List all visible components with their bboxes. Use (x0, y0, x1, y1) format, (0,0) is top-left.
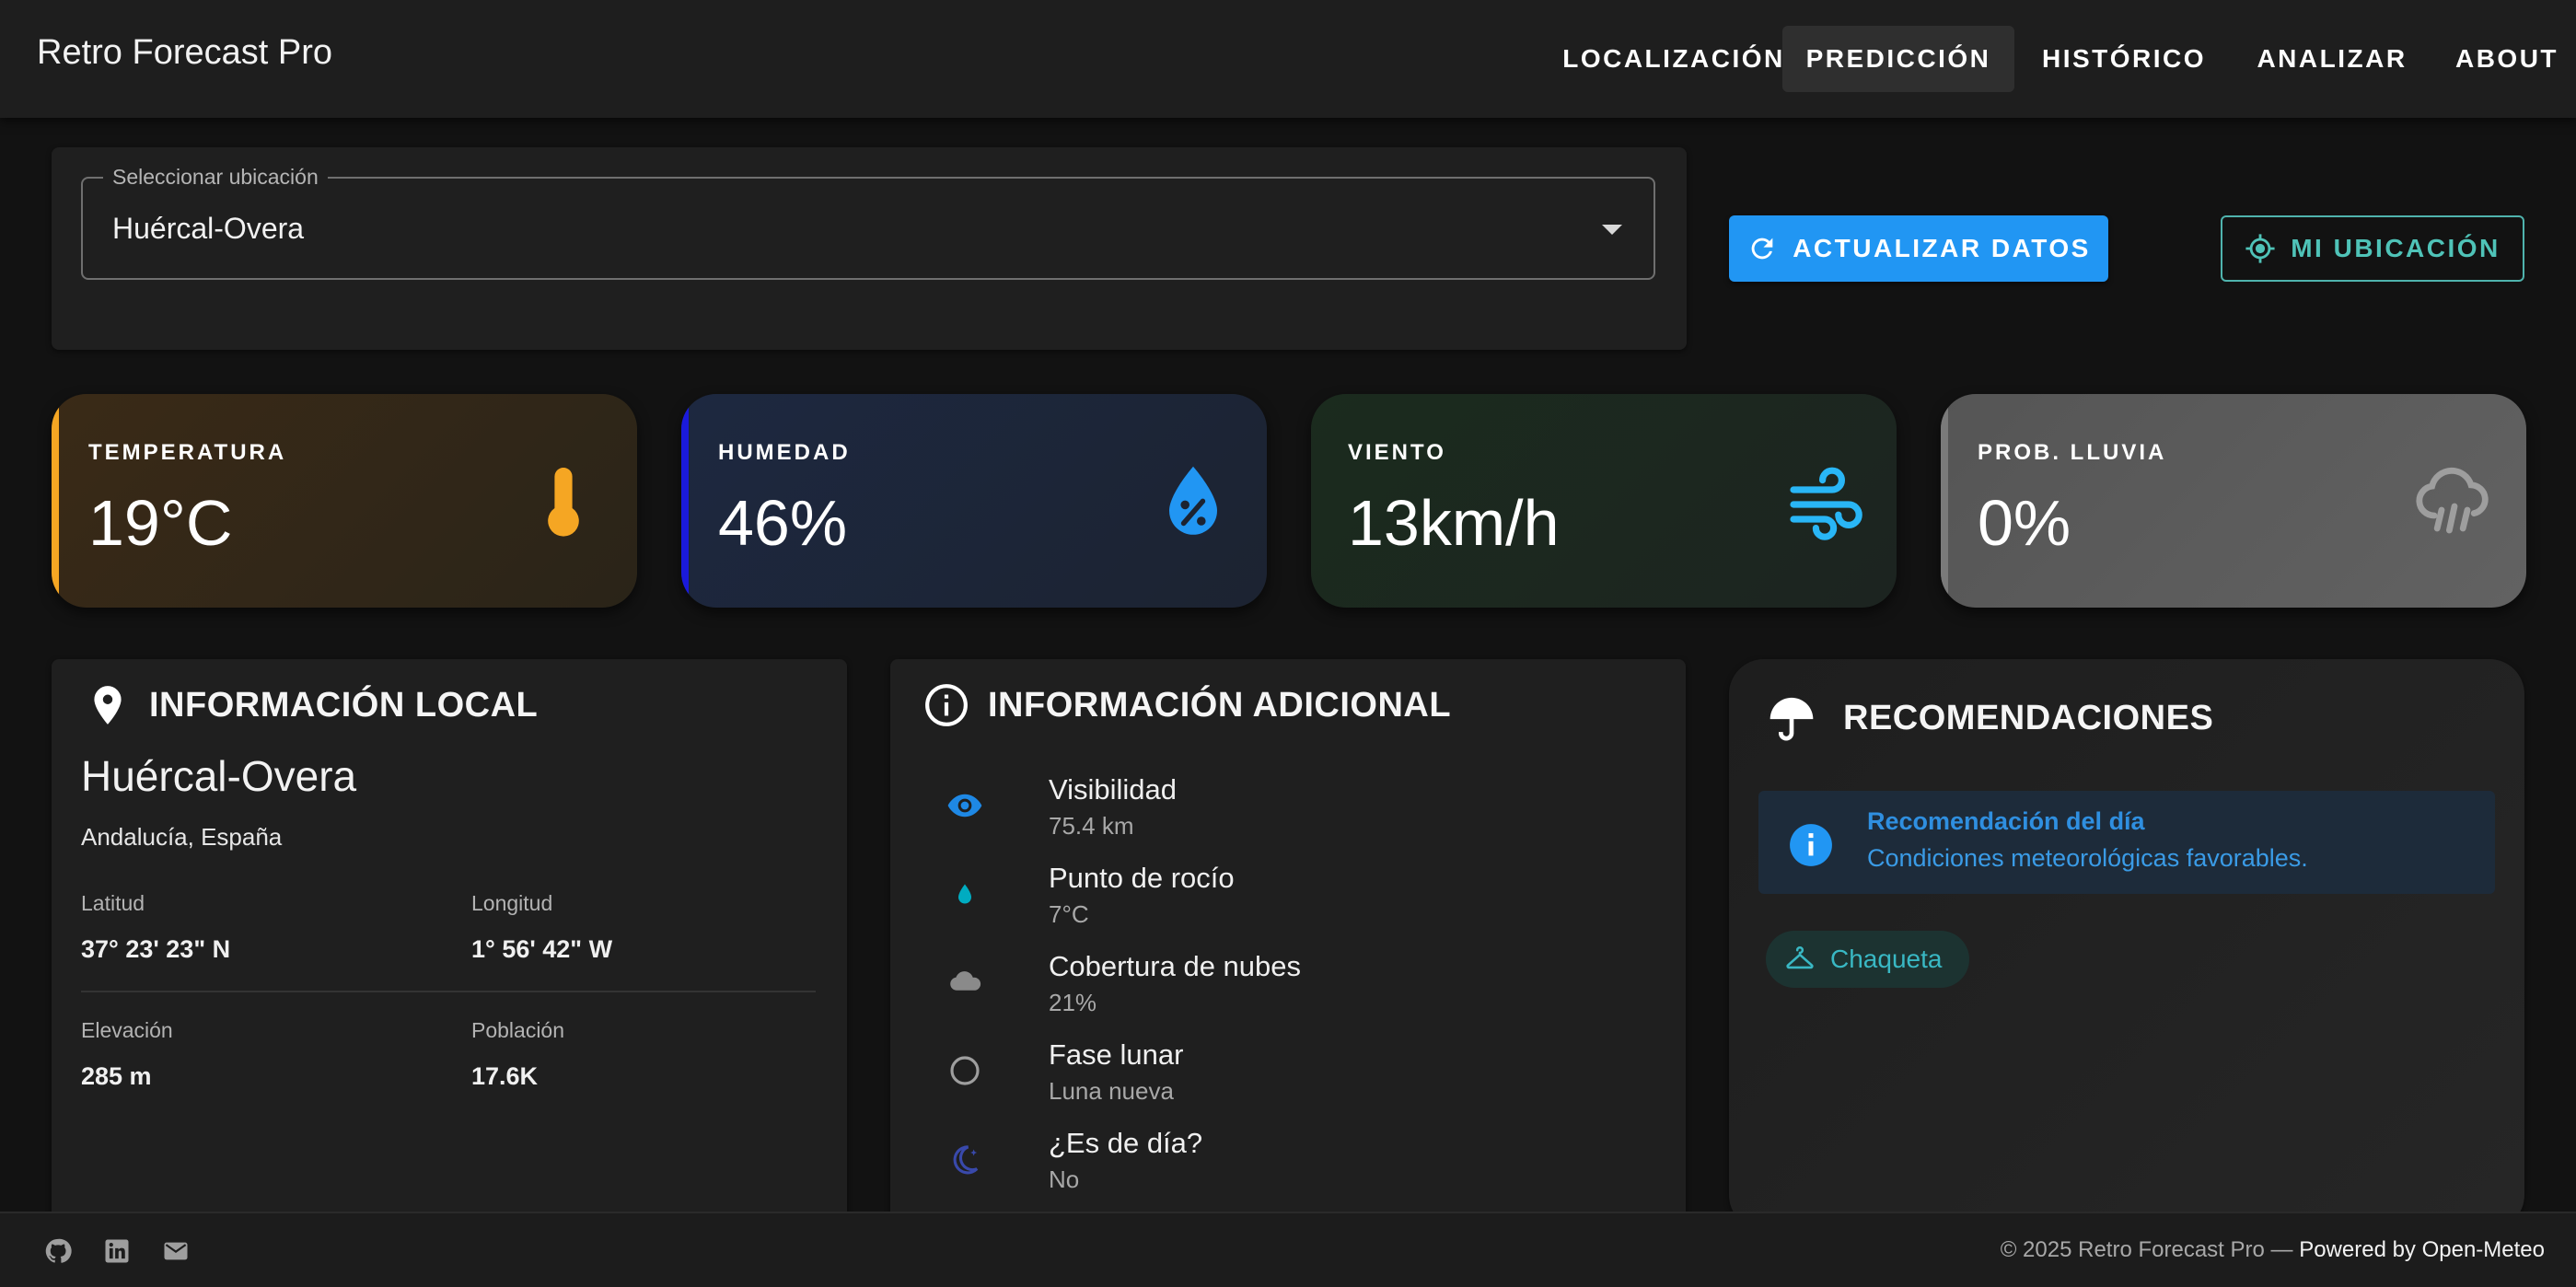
latitude-label: Latitud (81, 891, 145, 915)
info-icon (1790, 824, 1832, 866)
footer-copyright: © 2025 Retro Forecast Pro — Powered by O… (2001, 1237, 2545, 1263)
info-outline-icon (925, 684, 968, 726)
rain-cloud-icon (2416, 467, 2489, 534)
umbrella-icon (1770, 697, 1814, 741)
nav-analizar[interactable]: ANALIZAR (2234, 26, 2431, 92)
linkedin-icon[interactable] (103, 1237, 131, 1265)
recommendations-header: RECOMENDACIONES (1766, 692, 2213, 744)
location-city: Huércal-Overa (81, 752, 357, 800)
app-title[interactable]: Retro Forecast Pro (37, 33, 332, 73)
temperature-value: 19°C (88, 487, 233, 559)
latitude-value: 37° 23' 23" N (81, 935, 231, 963)
location-select-legend: Seleccionar ubicación (103, 165, 328, 190)
my-location-label: MI UBICACIÓN (2291, 234, 2501, 262)
clothing-chip-label: Chaqueta (1830, 945, 1943, 973)
card-accent (1941, 394, 1948, 608)
nav-historico[interactable]: HISTÓRICO (2022, 26, 2226, 92)
update-data-button[interactable]: ACTUALIZAR DATOS (1729, 215, 2108, 282)
moon-phase-icon (950, 1056, 980, 1085)
alert-text: Condiciones meteorológicas favorables. (1867, 844, 2308, 872)
longitude-label: Longitud (471, 891, 553, 915)
rain-probability-value: 0% (1978, 487, 2071, 559)
local-info-header: INFORMACIÓN LOCAL (85, 678, 538, 733)
footer: © 2025 Retro Forecast Pro — Powered by O… (0, 1212, 2576, 1287)
dew-point-label: Punto de rocío (1049, 862, 1235, 894)
longitude-value: 1° 56' 42" W (471, 935, 613, 963)
github-icon[interactable] (44, 1237, 72, 1265)
rain-probability-card: PROB. LLUVIA 0% (1941, 394, 2526, 608)
additional-info-panel: INFORMACIÓN ADICIONAL Visibilidad 75.4 k… (890, 659, 1686, 1230)
is-day-row: ¿Es de día? No (946, 1127, 1645, 1200)
moon-phase-label: Fase lunar (1049, 1038, 1184, 1071)
humidity-label: HUMEDAD (718, 440, 851, 465)
humidity-value: 46% (718, 487, 848, 559)
dew-point-value: 7°C (1049, 900, 1089, 928)
wind-icon (1790, 467, 1862, 540)
cloud-cover-label: Cobertura de nubes (1049, 950, 1302, 982)
recommendations-panel: RECOMENDACIONES Recomendación del día Co… (1729, 659, 2524, 1230)
update-data-label: ACTUALIZAR DATOS (1793, 234, 2091, 262)
card-accent (1311, 394, 1318, 608)
additional-info-title: INFORMACIÓN ADICIONAL (988, 685, 1452, 725)
nav-about[interactable]: ABOUT (2438, 26, 2576, 92)
cloud-icon (950, 971, 981, 991)
location-pin-icon (94, 686, 122, 725)
location-region: Andalucía, España (81, 823, 283, 851)
cloud-cover-value: 21% (1049, 989, 1097, 1016)
local-info-title: INFORMACIÓN LOCAL (149, 685, 539, 725)
divider (81, 991, 816, 992)
humidity-card: HUMEDAD 46% (681, 394, 1267, 608)
card-accent (52, 394, 59, 608)
moon-phase-row: Fase lunar Luna nueva (946, 1038, 1645, 1112)
temperature-card: TEMPERATURA 19°C (52, 394, 637, 608)
my-location-button[interactable]: MI UBICACIÓN (2221, 215, 2524, 282)
nav-localizacion[interactable]: LOCALIZACIÓN (1562, 26, 1782, 92)
nav-prediccion[interactable]: PREDICCIÓN (1782, 26, 2014, 92)
wind-label: VIENTO (1348, 440, 1446, 465)
population-label: Población (471, 1018, 565, 1042)
alert-title: Recomendación del día (1867, 807, 2145, 835)
population-value: 17.6K (471, 1062, 539, 1090)
visibility-value: 75.4 km (1049, 812, 1134, 840)
mail-icon[interactable] (162, 1237, 190, 1265)
wind-card: VIENTO 13km/h (1311, 394, 1897, 608)
recommendations-title: RECOMENDACIONES (1843, 698, 2214, 737)
powered-by-link[interactable]: Powered by Open-Meteo (2299, 1237, 2545, 1262)
night-icon (953, 1145, 979, 1175)
dew-drop-icon (958, 884, 971, 904)
rain-probability-label: PROB. LLUVIA (1978, 440, 2167, 465)
dew-point-row: Punto de rocío 7°C (946, 862, 1645, 935)
crosshair-icon (2245, 234, 2275, 263)
elevation-label: Elevación (81, 1018, 173, 1042)
clothing-chip[interactable]: Chaqueta (1766, 931, 1970, 988)
is-day-label: ¿Es de día? (1049, 1127, 1203, 1159)
location-select[interactable]: Seleccionar ubicación Huércal-Overa (81, 165, 1655, 280)
location-search-panel: Seleccionar ubicación Huércal-Overa (52, 147, 1687, 350)
daily-recommendation-alert: Recomendación del día Condiciones meteor… (1758, 791, 2495, 894)
temperature-label: TEMPERATURA (88, 440, 287, 465)
visibility-label: Visibilidad (1049, 773, 1178, 806)
wind-value: 13km/h (1348, 487, 1560, 559)
is-day-value: No (1049, 1165, 1080, 1193)
dropdown-arrow-icon[interactable] (1602, 225, 1622, 235)
hanger-icon (1786, 946, 1814, 969)
app-bar: Retro Forecast Pro LOCALIZACIÓN PREDICCI… (0, 0, 2576, 118)
additional-info-header: INFORMACIÓN ADICIONAL (923, 678, 1451, 733)
thermometer-icon (548, 468, 579, 537)
local-info-panel: INFORMACIÓN LOCAL Huércal-Overa Andalucí… (52, 659, 847, 1230)
elevation-value: 285 m (81, 1062, 152, 1090)
card-accent (681, 394, 689, 608)
humidity-drop-icon (1169, 466, 1217, 535)
eye-icon (947, 794, 982, 817)
copyright-text: © 2025 Retro Forecast Pro — (2000, 1237, 2293, 1262)
moon-phase-value: Luna nueva (1049, 1077, 1174, 1105)
main-nav: LOCALIZACIÓN PREDICCIÓN HISTÓRICO ANALIZ… (1562, 26, 2576, 92)
cloud-cover-row: Cobertura de nubes 21% (946, 950, 1645, 1024)
visibility-row: Visibilidad 75.4 km (946, 773, 1645, 847)
refresh-icon (1751, 238, 1773, 260)
location-select-value[interactable]: Huércal-Overa (112, 212, 304, 246)
